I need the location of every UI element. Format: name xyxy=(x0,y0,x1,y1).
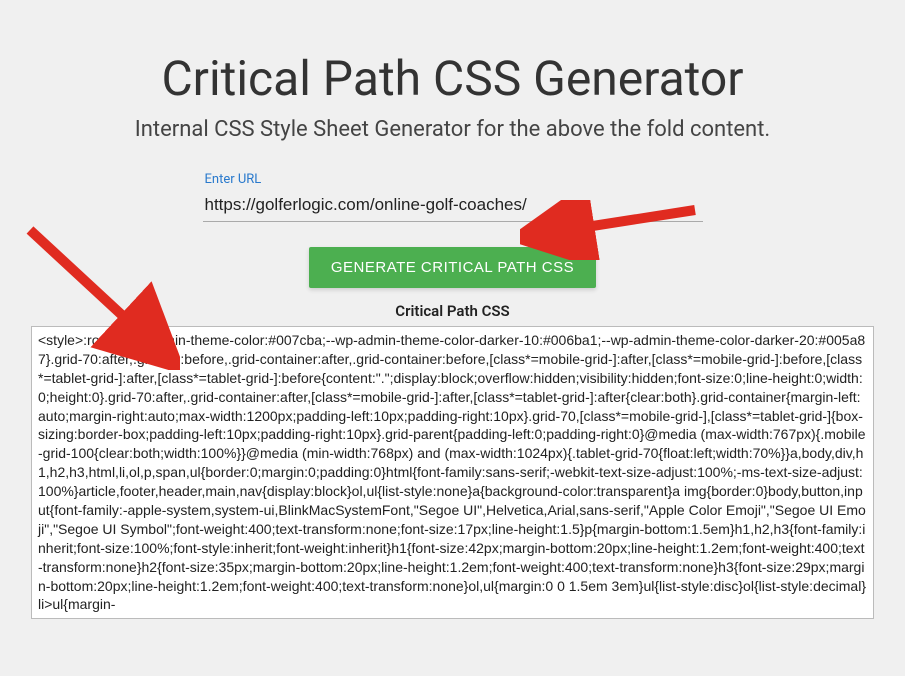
url-label: Enter URL xyxy=(203,172,703,187)
output-textarea[interactable] xyxy=(31,326,874,619)
page-title: Critical Path CSS Generator xyxy=(30,50,875,107)
output-label: Critical Path CSS xyxy=(30,302,875,320)
generate-button[interactable]: GENERATE CRITICAL PATH CSS xyxy=(309,247,596,288)
page-subtitle: Internal CSS Style Sheet Generator for t… xyxy=(30,117,875,142)
url-field-group: Enter URL xyxy=(203,172,703,222)
url-input[interactable] xyxy=(203,191,703,222)
